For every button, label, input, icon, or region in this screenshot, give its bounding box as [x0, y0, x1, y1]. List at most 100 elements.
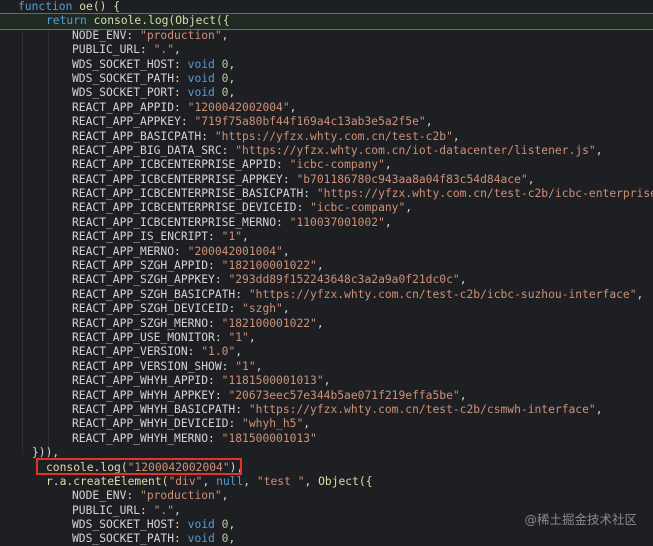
- code-line-return[interactable]: return console.log(Object({: [0, 13, 653, 30]
- property-key: REACT_APP_WHYH_APPKEY: [72, 388, 215, 402]
- code-line-property[interactable]: REACT_APP_WHYH_APPKEY: "20673eec57e344b5…: [0, 389, 653, 403]
- property-separator: :: [214, 330, 229, 344]
- property-key: REACT_APP_IS_ENCRIPT: [72, 230, 209, 244]
- property-tail: ,: [174, 43, 181, 57]
- property-value: ".": [153, 43, 175, 57]
- create-element-arg-null: null: [216, 474, 244, 488]
- code-line-property[interactable]: REACT_APP_SZGH_DEVICEID: "szgh",: [0, 302, 653, 316]
- property-separator: :: [187, 345, 202, 359]
- property-separator: :: [201, 129, 215, 143]
- property-separator: :: [180, 115, 195, 129]
- code-line-property[interactable]: REACT_APP_APPKEY: "719f75a80bf44f169a4c1…: [0, 115, 653, 129]
- property-tail: ,: [384, 158, 392, 172]
- code-line-property[interactable]: REACT_APP_WHYH_MERNO: "181500001013": [0, 432, 653, 446]
- code-line-property[interactable]: REACT_APP_USE_MONITOR: "1",: [0, 331, 653, 345]
- property-value: "icbc-company": [310, 201, 406, 215]
- property-key: REACT_APP_ICBCENTERPRISE_DEVICEID: [72, 201, 297, 215]
- property-tail: ,: [316, 316, 324, 330]
- property-value: "b701186780c943aa8a04f83c54d84ace": [296, 172, 528, 186]
- watermark: @稀土掘金技术社区: [524, 512, 637, 527]
- code-line-property[interactable]: REACT_APP_WHYH_APPID: "1181500001013",: [0, 374, 653, 388]
- code-line-property[interactable]: REACT_APP_ICBCENTERPRISE_APPID: "icbc-co…: [0, 158, 653, 172]
- property-tail: ,: [595, 143, 603, 157]
- close-object-text: })),: [32, 446, 60, 460]
- property-separator: :: [174, 100, 188, 114]
- property-tail: ,: [221, 28, 229, 42]
- property-tail: ,: [459, 388, 467, 402]
- code-line-property[interactable]: REACT_APP_BIG_DATA_SRC: "https://yfzx.wh…: [0, 144, 653, 158]
- create-element-sep: ,: [202, 474, 217, 488]
- property-tail: ,: [316, 259, 324, 273]
- property-tail: ,: [595, 402, 603, 416]
- code-line-property[interactable]: REACT_APP_SZGH_APPKEY: "293dd89f15224364…: [0, 273, 653, 287]
- code-line-property[interactable]: PUBLIC_URL: ".",: [0, 43, 653, 57]
- property-value: "181500001013": [221, 431, 317, 445]
- code-line-property[interactable]: NODE_ENV: "production",: [0, 489, 653, 503]
- property-key: REACT_APP_ICBCENTERPRISE_APPID: [72, 158, 277, 172]
- property-separator: :: [140, 503, 154, 517]
- property-key: REACT_APP_USE_MONITOR: [72, 330, 215, 344]
- code-line-property[interactable]: REACT_APP_VERSION: "1.0",: [0, 345, 653, 359]
- property-value: "110037001002": [289, 215, 385, 229]
- code-line-property[interactable]: NODE_ENV: "production",: [0, 29, 653, 43]
- property-separator: :: [174, 86, 188, 100]
- create-element-sep: ,: [243, 474, 257, 488]
- property-tail: ,: [282, 244, 290, 258]
- code-line-close-object[interactable]: })),: [0, 446, 653, 460]
- property-separator: :: [221, 359, 236, 373]
- property-separator: :: [140, 43, 154, 57]
- code-line-property[interactable]: REACT_APP_SZGH_MERNO: "182100001022",: [0, 317, 653, 331]
- property-key: NODE_ENV: [72, 489, 127, 503]
- code-line-console-log[interactable]: console.log("1200042002004"),: [0, 461, 653, 475]
- code-line-property[interactable]: REACT_APP_ICBCENTERPRISE_APPKEY: "b70118…: [0, 173, 653, 187]
- property-value: "production": [140, 489, 222, 503]
- property-tail: ,: [242, 230, 249, 244]
- code-line-property[interactable]: REACT_APP_WHYH_DEVICEID: "whyh_h5",: [0, 417, 653, 431]
- property-separator: :: [174, 244, 188, 258]
- code-line-property[interactable]: REACT_APP_ICBCENTERPRISE_DEVICEID: "icbc…: [0, 201, 653, 215]
- property-separator: :: [174, 57, 188, 71]
- return-expression: console.log(Object({: [86, 14, 230, 28]
- create-element-arg-tag: "div": [168, 474, 203, 488]
- property-key: REACT_APP_SZGH_MERNO: [72, 316, 209, 330]
- env-object-lines: NODE_ENV: "production", PUBLIC_URL: ".", W…: [0, 29, 653, 446]
- property-key: REACT_APP_SZGH_APPID: [72, 259, 209, 273]
- property-key: REACT_APP_SZGH_DEVICEID: [72, 302, 229, 316]
- code-line-property[interactable]: WDS_SOCKET_PORT: void 0void 0,: [0, 86, 653, 100]
- property-value: "1": [235, 359, 256, 373]
- code-line-property[interactable]: REACT_APP_APPID: "1200042002004",: [0, 101, 653, 115]
- code-line-property[interactable]: WDS_SOCKET_PATH: void 0void 0,: [0, 532, 653, 546]
- code-line-property[interactable]: REACT_APP_SZGH_APPID: "182100001022",: [0, 259, 653, 273]
- property-tail: ,: [174, 503, 181, 517]
- property-separator: :: [214, 388, 229, 402]
- property-key: REACT_APP_APPID: [72, 100, 175, 114]
- code-line-property[interactable]: WDS_SOCKET_PATH: void 0void 0,: [0, 72, 653, 86]
- code-line-property[interactable]: REACT_APP_ICBCENTERPRISE_BASICPATH: "htt…: [0, 187, 653, 201]
- code-line-property[interactable]: WDS_SOCKET_HOST: void 0void 0,: [0, 58, 653, 72]
- property-value: "182100001022": [221, 259, 317, 273]
- code-line-property[interactable]: REACT_APP_MERNO: "200042001004",: [0, 245, 653, 259]
- function-signature: oe() {: [72, 0, 121, 13]
- property-value: "szgh": [242, 302, 283, 316]
- code-line-property[interactable]: REACT_APP_ICBCENTERPRISE_MERNO: "1100370…: [0, 216, 653, 230]
- property-separator: :: [228, 302, 243, 316]
- property-separator: :: [235, 287, 249, 301]
- property-separator: :: [276, 215, 290, 229]
- property-key: REACT_APP_MERNO: [72, 244, 175, 258]
- code-editor[interactable]: function oe() { return console.log(Objec…: [0, 0, 653, 546]
- property-separator: :: [174, 532, 188, 546]
- property-tail: ,: [255, 359, 263, 373]
- property-tail: ,: [527, 172, 535, 186]
- code-line-property[interactable]: REACT_APP_WHYH_BASICPATH: "https://yfzx.…: [0, 403, 653, 417]
- code-line-property[interactable]: REACT_APP_VERSION_SHOW: "1",: [0, 360, 653, 374]
- property-key: REACT_APP_WHYH_DEVICEID: [72, 417, 229, 431]
- code-line-function-header[interactable]: function oe() {: [0, 0, 653, 14]
- property-separator: :: [282, 172, 297, 186]
- property-value: "719f75a80bf44f169a4c13ab3e5a2f5e": [194, 115, 426, 129]
- code-line-property[interactable]: REACT_APP_SZGH_BASICPATH: "https://yfzx.…: [0, 288, 653, 302]
- code-line-property[interactable]: REACT_APP_BASICPATH: "https://yfzx.whty.…: [0, 130, 653, 144]
- property-tail: ,: [235, 345, 243, 359]
- code-line-property[interactable]: REACT_APP_IS_ENCRIPT: "1",: [0, 230, 653, 244]
- code-line-create-element[interactable]: r.a.createElement("div", null, "test ", …: [0, 475, 653, 489]
- property-tail: ,: [228, 57, 236, 71]
